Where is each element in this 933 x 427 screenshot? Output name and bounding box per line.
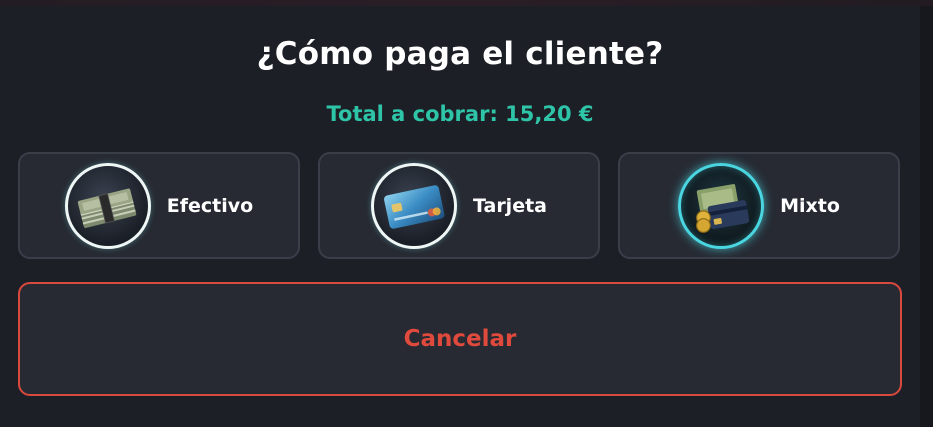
pay-card-button[interactable]: Tarjeta (318, 152, 600, 259)
pay-mixed-label: Mixto (780, 194, 840, 217)
cash-bundle-icon (64, 162, 151, 249)
cancel-button[interactable]: Cancelar (18, 282, 902, 396)
pay-cash-label: Efectivo (166, 194, 254, 217)
pay-mixed-button[interactable]: Mixto (618, 152, 900, 259)
total-amount: Total a cobrar: 15,20 € (326, 102, 594, 126)
credit-card-icon (370, 162, 457, 249)
pay-cash-button[interactable]: Efectivo (18, 152, 300, 259)
cash-and-card-icon (678, 162, 765, 249)
pay-card-label: Tarjeta (472, 194, 547, 217)
dialog-title: ¿Cómo paga el cliente? (256, 36, 664, 72)
scrollbar-track[interactable] (920, 6, 933, 427)
